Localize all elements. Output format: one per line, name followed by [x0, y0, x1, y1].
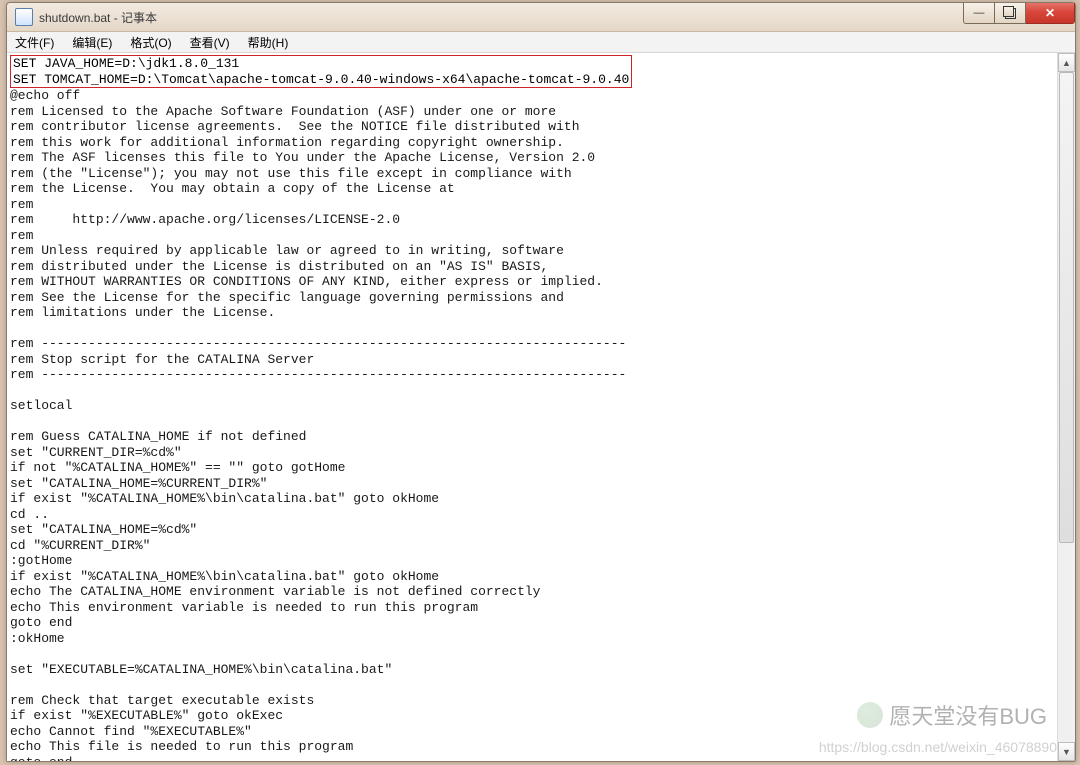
- restore-icon: [1005, 8, 1016, 19]
- highlighted-lines: SET JAVA_HOME=D:\jdk1.8.0_131 SET TOMCAT…: [10, 55, 632, 88]
- scroll-track[interactable]: [1058, 72, 1075, 742]
- menu-view[interactable]: 查看(V): [186, 33, 234, 52]
- menu-file[interactable]: 文件(F): [11, 33, 58, 52]
- scroll-down-button[interactable]: ▼: [1058, 742, 1075, 761]
- app-icon: [15, 8, 33, 26]
- title-bar[interactable]: shutdown.bat - 记事本 — ✕: [7, 3, 1075, 32]
- scroll-up-button[interactable]: ▲: [1058, 53, 1075, 72]
- minimize-button[interactable]: —: [963, 3, 995, 24]
- editor-body: @echo off rem Licensed to the Apache Sof…: [10, 88, 626, 761]
- vertical-scrollbar[interactable]: ▲ ▼: [1057, 53, 1075, 761]
- notepad-window: shutdown.bat - 记事本 — ✕ 文件(F) 编辑(E) 格式(O)…: [6, 2, 1076, 762]
- chevron-down-icon: ▼: [1062, 747, 1071, 757]
- window-controls: — ✕: [963, 3, 1075, 31]
- close-button[interactable]: ✕: [1026, 3, 1075, 24]
- close-icon: ✕: [1045, 6, 1055, 20]
- scroll-thumb[interactable]: [1059, 72, 1074, 543]
- menu-edit[interactable]: 编辑(E): [68, 33, 116, 52]
- client-area: SET JAVA_HOME=D:\jdk1.8.0_131 SET TOMCAT…: [7, 53, 1075, 761]
- menu-help[interactable]: 帮助(H): [244, 33, 293, 52]
- menu-bar: 文件(F) 编辑(E) 格式(O) 查看(V) 帮助(H): [7, 32, 1075, 53]
- maximize-button[interactable]: [995, 3, 1026, 24]
- window-title: shutdown.bat - 记事本: [39, 9, 963, 26]
- menu-format[interactable]: 格式(O): [126, 33, 175, 52]
- minimize-icon: —: [974, 7, 985, 19]
- text-editor[interactable]: SET JAVA_HOME=D:\jdk1.8.0_131 SET TOMCAT…: [7, 53, 1057, 761]
- chevron-up-icon: ▲: [1062, 58, 1071, 68]
